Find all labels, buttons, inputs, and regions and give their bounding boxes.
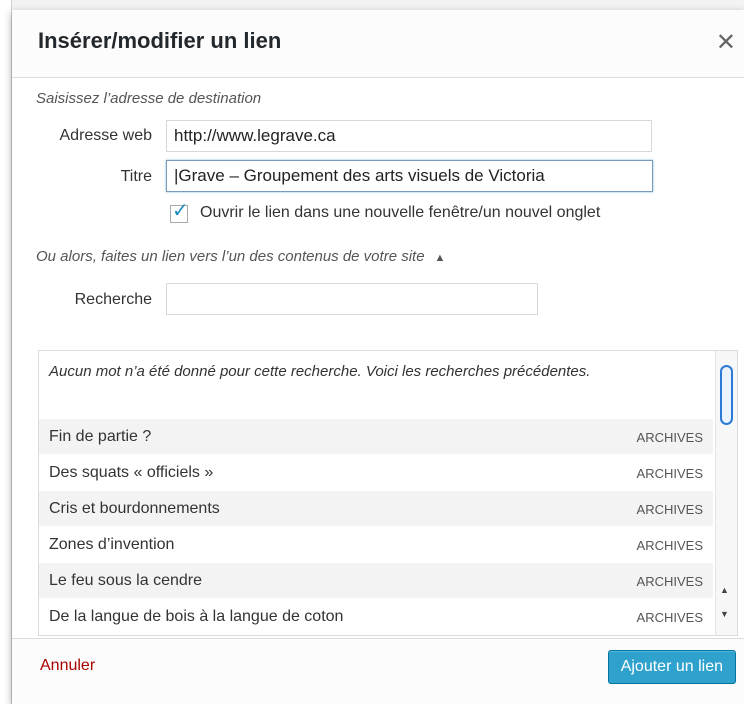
result-type: ARCHIVES [636,610,703,625]
checkmark-icon: ✓ [172,200,189,222]
result-type: ARCHIVES [636,466,703,481]
title-input-value: Grave – Groupement des arts visuels de V… [178,166,545,185]
search-notice: Aucun mot n’a été donné pour cette reche… [49,363,591,380]
result-title: De la langue de bois à la langue de coto… [49,608,344,625]
result-row[interactable]: Des squats « officiels » ARCHIVES [39,455,713,491]
dialog-title: Insérer/modifier un lien [38,28,282,53]
result-title: Fin de partie ? [49,428,152,445]
page-background-top [0,0,744,10]
new-tab-label: Ouvrir le lien dans une nouvelle fenêtre… [200,204,601,221]
page-background-left [0,0,12,704]
result-title: Des squats « officiels » [49,464,214,481]
dialog-header: Insérer/modifier un lien ✕ [12,10,744,78]
url-input[interactable]: http://www.legrave.ca [166,120,652,152]
scroll-up-arrow-icon[interactable]: ▲ [720,585,729,595]
results-scrollbar[interactable]: ▲ ▼ [715,351,737,635]
result-title: Zones d’invention [49,536,175,553]
title-label: Titre [120,168,152,185]
internal-link-toggle[interactable]: Ou alors, faites un lien vers l’un des c… [36,248,445,265]
result-type: ARCHIVES [636,538,703,553]
dialog-footer: Annuler Ajouter un lien [12,638,744,704]
internal-link-toggle-text: Ou alors, faites un lien vers l’un des c… [36,248,425,265]
url-label: Adresse web [59,127,153,144]
search-label: Recherche [74,291,152,308]
search-input[interactable] [166,283,538,315]
add-link-button[interactable]: Ajouter un lien [607,650,736,684]
result-type: ARCHIVES [636,574,703,589]
close-icon[interactable]: ✕ [716,28,736,57]
new-tab-checkbox[interactable]: ✓ [170,200,189,223]
result-type: ARCHIVES [636,502,703,517]
link-dialog: Insérer/modifier un lien ✕ Saisissez l’a… [12,10,744,704]
result-row[interactable]: Cris et bourdonnements ARCHIVES [39,491,713,527]
destination-instruction: Saisissez l’adresse de destination [36,90,262,107]
result-row[interactable]: Le feu sous la cendre ARCHIVES [39,563,713,599]
scrollbar-thumb[interactable] [720,365,733,425]
title-input[interactable]: |Grave – Groupement des arts visuels de … [166,160,653,192]
result-title: Cris et bourdonnements [49,500,220,517]
scroll-down-arrow-icon[interactable]: ▼ [720,609,729,619]
triangle-up-icon: ▲ [434,252,446,264]
result-row[interactable]: Zones d’invention ARCHIVES [39,527,713,563]
search-results-panel: Aucun mot n’a été donné pour cette reche… [38,350,738,636]
search-results-list: Aucun mot n’a été donné pour cette reche… [39,351,713,635]
result-title: Le feu sous la cendre [49,572,202,589]
result-row[interactable]: De la langue de bois à la langue de coto… [39,599,713,635]
result-row[interactable]: Fin de partie ? ARCHIVES [39,419,713,455]
result-type: ARCHIVES [636,430,703,445]
cancel-link[interactable]: Annuler [40,657,95,675]
